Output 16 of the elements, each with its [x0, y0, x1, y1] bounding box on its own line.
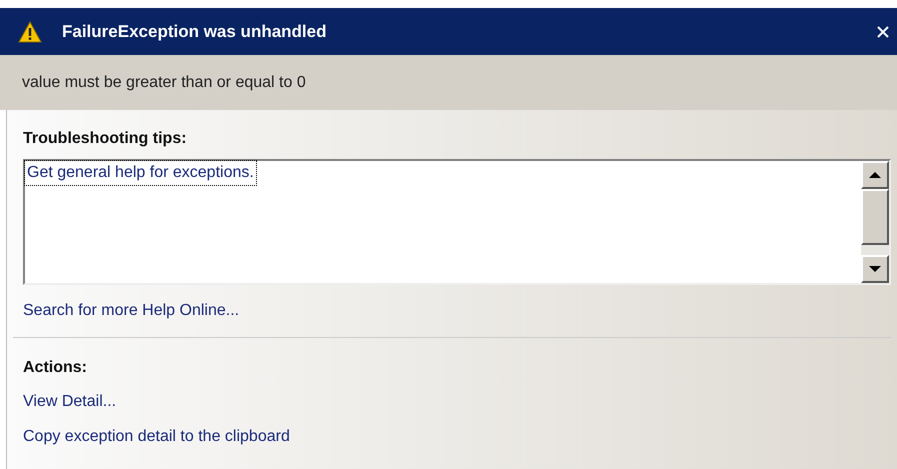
action-link[interactable]: View Detail...	[23, 390, 116, 414]
warning-icon	[18, 20, 42, 42]
help-link[interactable]: Search for more Help Online...	[23, 299, 240, 323]
close-icon[interactable]	[877, 26, 889, 38]
scroll-up-button[interactable]	[861, 161, 889, 189]
section-heading: Actions:	[23, 358, 88, 378]
scroll-thumb[interactable]	[861, 189, 889, 245]
tip-link[interactable]: Get general help for exceptions.	[25, 161, 256, 185]
up-arrow-icon	[869, 172, 881, 178]
action-link[interactable]: Copy exception detail to the clipboard	[23, 425, 290, 449]
down-arrow-icon	[869, 266, 881, 272]
section-heading: Troubleshooting tips:	[23, 129, 188, 149]
exception-message: value must be greater than or equal to 0	[22, 72, 306, 92]
scrollbar[interactable]	[861, 161, 889, 283]
window-title: FailureException was unhandled	[62, 20, 326, 43]
scroll-down-button[interactable]	[861, 255, 889, 283]
